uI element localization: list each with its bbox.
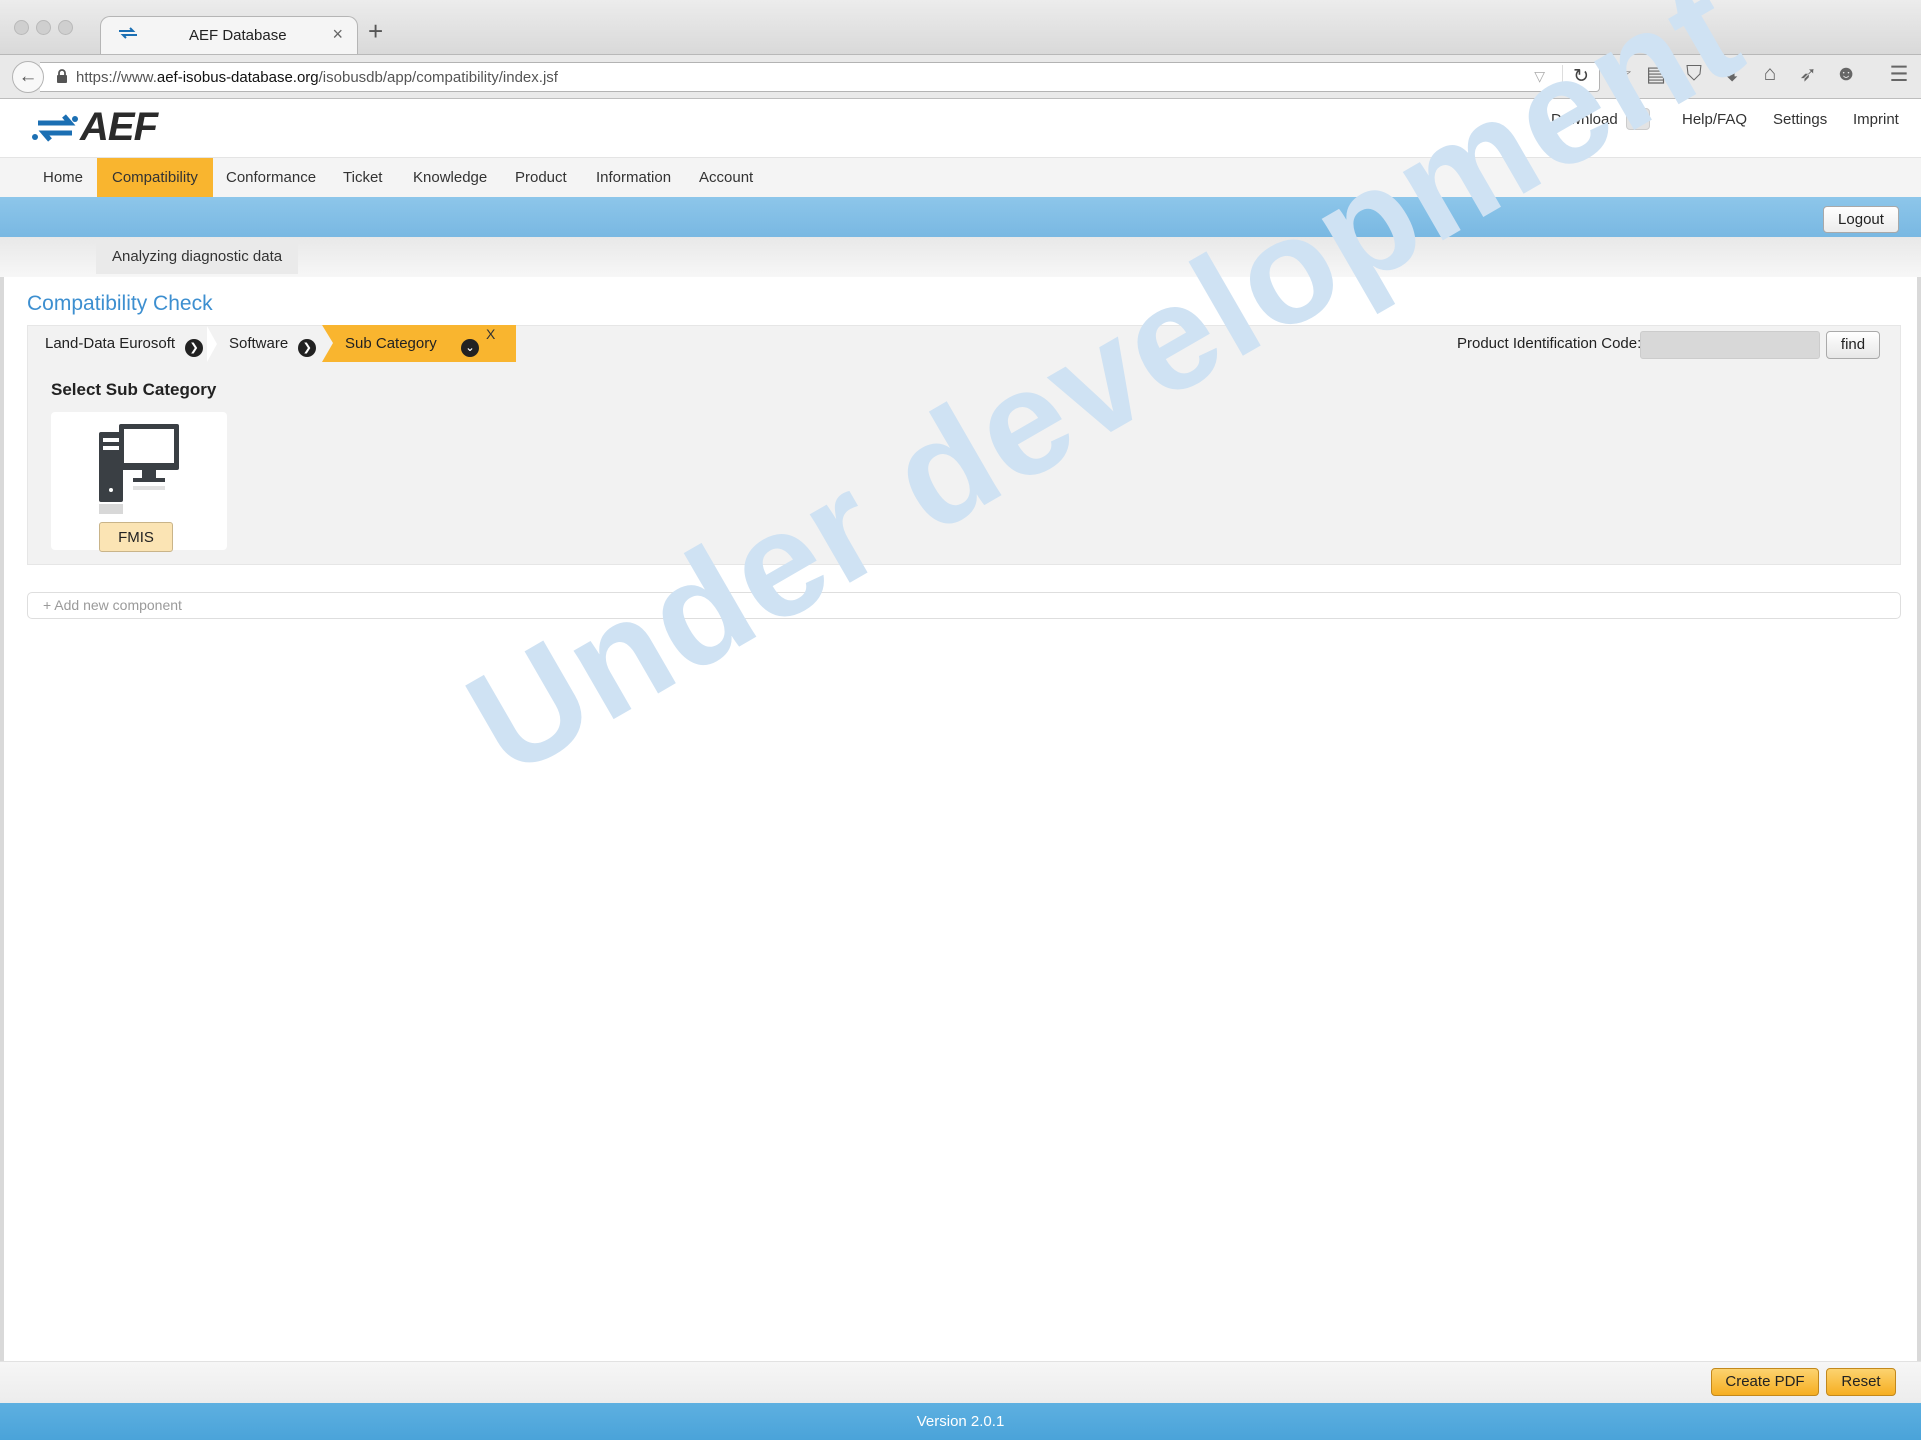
computer-tower-icon [99, 424, 179, 514]
section-label: Select Sub Category [51, 380, 217, 399]
add-new-component-button[interactable]: + Add new component [27, 592, 1901, 619]
breadcrumb-item-software[interactable]: Software ❯ [229, 326, 317, 362]
nav-home[interactable]: Home [28, 158, 98, 198]
back-button[interactable]: ← [12, 61, 44, 93]
aef-favicon-icon [117, 25, 141, 43]
minimize-window-button[interactable] [36, 20, 51, 35]
lock-icon [56, 69, 68, 86]
nav-account[interactable]: Account [684, 158, 768, 198]
tab-title: AEF Database [189, 27, 287, 44]
version-text: Version 2.0.1 [916, 1413, 1005, 1430]
send-icon[interactable]: ➶ [1794, 62, 1822, 87]
breadcrumb-item-manufacturer[interactable]: Land-Data Eurosoft ❯ [45, 326, 204, 362]
footer-toolbar [0, 1361, 1921, 1404]
nav-product[interactable]: Product [500, 158, 582, 198]
imprint-link[interactable]: Imprint [1853, 111, 1899, 128]
subnav-analyzing-diagnostic-data[interactable]: Analyzing diagnostic data [96, 240, 299, 274]
product-id-input[interactable] [1640, 331, 1820, 359]
chevron-right-icon: ❯ [298, 339, 317, 357]
nav-conformance[interactable]: Conformance [211, 158, 331, 198]
nav-ticket[interactable]: Ticket [328, 158, 397, 198]
nav-information[interactable]: Information [581, 158, 686, 198]
back-arrow-icon: ← [18, 66, 38, 87]
chevron-down-icon: ⌄ [461, 339, 479, 357]
tab-close-icon[interactable]: × [332, 24, 343, 45]
breadcrumb-separator [322, 325, 333, 362]
browser-tab[interactable]: AEF Database × [100, 16, 358, 54]
create-pdf-button[interactable]: Create PDF [1711, 1368, 1819, 1396]
settings-link[interactable]: Settings [1773, 111, 1827, 128]
new-tab-button[interactable]: + [368, 18, 383, 44]
logo-text[interactable]: AEF [80, 105, 158, 150]
product-id-label: Product Identification Code: [1457, 335, 1642, 352]
page-title: Compatibility Check [27, 292, 213, 315]
breadcrumb-item-sub-category[interactable]: Sub Category ⌄ [345, 326, 479, 362]
blue-toolbar [0, 197, 1921, 237]
chevron-right-icon: ❯ [185, 339, 204, 357]
find-button[interactable]: find [1826, 331, 1880, 359]
nav-knowledge[interactable]: Knowledge [398, 158, 502, 198]
close-window-button[interactable] [14, 20, 29, 35]
nav-compatibility[interactable]: Compatibility [97, 158, 213, 198]
logout-button[interactable]: Logout [1823, 206, 1899, 233]
breadcrumb-close-icon[interactable]: X [486, 326, 495, 342]
reset-button[interactable]: Reset [1826, 1368, 1896, 1396]
emoji-icon[interactable]: ☻ [1832, 62, 1860, 86]
zoom-window-button[interactable] [58, 20, 73, 35]
url-text: https://www.aef-isobus-database.org/isob… [76, 69, 558, 86]
subcategory-fmis-button[interactable]: FMIS [99, 522, 173, 552]
url-bar[interactable]: https://www.aef-isobus-database.org/isob… [40, 62, 1600, 92]
aef-logo-icon [32, 114, 78, 142]
breadcrumb-separator [207, 326, 217, 362]
menu-icon[interactable]: ☰ [1885, 62, 1913, 87]
